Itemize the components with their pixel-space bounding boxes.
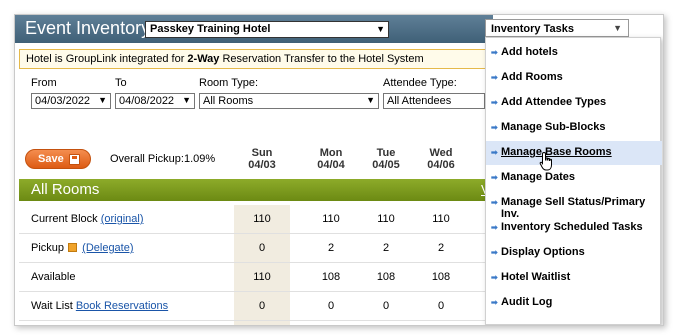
table-cell: 2 — [382, 242, 390, 254]
table-cell: 110 — [253, 213, 271, 225]
inventory-tasks-value: Inventory Tasks — [491, 23, 574, 35]
hotel-select-value: Passkey Training Hotel — [150, 23, 271, 35]
arrow-right-icon: ➡ — [491, 198, 498, 207]
table-cell: 108 — [321, 271, 341, 283]
menu-item-manage-base-rooms[interactable]: ➡ Manage Base Rooms — [486, 141, 662, 171]
banner-prefix: Hotel is GroupLink integrated for — [26, 53, 188, 65]
day-header-mon: Mon 04/04 — [317, 147, 345, 171]
original-link[interactable]: (original) — [101, 213, 144, 225]
chevron-down-icon: ▼ — [182, 95, 191, 105]
arrow-right-icon: ➡ — [491, 73, 498, 82]
table-cell: 2 — [437, 242, 445, 254]
table-cell: 110 — [432, 213, 450, 225]
table-cell: 110 — [377, 213, 395, 225]
menu-item-add-hotels[interactable]: ➡ Add hotels — [486, 41, 662, 65]
delegate-link[interactable]: (Delegate) — [82, 242, 133, 254]
arrow-right-icon: ➡ — [491, 98, 498, 107]
table-cell: 0 — [258, 300, 266, 312]
menu-item-add-attendee-types[interactable]: ➡ Add Attendee Types — [486, 91, 662, 115]
banner-suffix: Reservation Transfer to the Hotel System — [219, 53, 424, 65]
table-row-waitlist: Wait List Book Reservations 0 0 0 0 — [19, 292, 493, 321]
day-header-tue: Tue 04/05 — [372, 147, 400, 171]
rss-icon[interactable] — [68, 243, 78, 252]
arrow-right-icon: ➡ — [491, 223, 498, 232]
menu-item-manage-sell-status[interactable]: ➡ Manage Sell Status/Primary Inv. — [486, 191, 662, 220]
banner-bold: 2-Way — [187, 53, 220, 65]
integration-banner: Hotel is GroupLink integrated for 2-Way … — [19, 49, 491, 69]
table-cell: 108 — [376, 271, 396, 283]
inventory-tasks-menu: ➡ Add hotels ➡ Add Rooms ➡ Add Attendee Typ… — [485, 37, 662, 325]
table-row-available: Available 110 108 108 108 — [19, 263, 493, 292]
room-type-select[interactable]: All Rooms ▼ — [199, 93, 379, 109]
menu-item-inventory-scheduled-tasks[interactable]: ➡ Inventory Scheduled Tasks — [486, 216, 662, 240]
from-label: From — [31, 77, 57, 89]
room-type-value: All Rooms — [203, 95, 254, 107]
arrow-right-icon: ➡ — [491, 123, 498, 132]
row-label: Current Block — [31, 213, 98, 225]
from-date-select[interactable]: 04/03/2022 ▼ — [31, 93, 111, 109]
table-cell: 110 — [322, 213, 340, 225]
attendee-type-select[interactable]: All Attendees — [383, 93, 485, 109]
table-cell: 2 — [327, 242, 335, 254]
row-label: Pickup — [31, 242, 65, 254]
menu-item-display-options[interactable]: ➡ Display Options — [486, 241, 662, 265]
save-button[interactable]: Save — [25, 149, 91, 169]
chevron-down-icon: ▼ — [366, 95, 375, 105]
to-date-select[interactable]: 04/08/2022 ▼ — [115, 93, 195, 109]
inventory-tasks-select[interactable]: Inventory Tasks ▼ — [485, 19, 629, 37]
table-cell: 110 — [253, 271, 271, 283]
day-header-wed: Wed 04/06 — [427, 147, 455, 171]
attendee-type-value: All Attendees — [387, 95, 452, 107]
hotel-select[interactable]: Passkey Training Hotel ▼ — [145, 21, 389, 38]
table-cell: 0 — [327, 300, 335, 312]
menu-item-manage-dates[interactable]: ➡ Manage Dates — [486, 166, 662, 190]
event-inventory-window: Event Inventory Passkey Training Hotel ▼… — [14, 14, 664, 326]
floppy-disk-icon — [69, 154, 80, 165]
table-row-pickup: Pickup (Delegate) 0 2 2 2 — [19, 234, 493, 263]
attendee-type-label: Attendee Type: — [383, 77, 457, 89]
chevron-down-icon: ▼ — [98, 95, 107, 105]
arrow-right-icon: ➡ — [491, 273, 498, 282]
arrow-right-icon: ➡ — [491, 48, 498, 57]
from-date-value: 04/03/2022 — [35, 95, 91, 107]
table-cell: 0 — [258, 242, 266, 254]
menu-item-hotel-waitlist[interactable]: ➡ Hotel Waitlist — [486, 266, 662, 290]
row-label: Wait List — [31, 300, 73, 312]
arrow-right-icon: ➡ — [491, 298, 498, 307]
row-label: Available — [31, 271, 76, 283]
section-title: All Rooms — [31, 181, 100, 198]
table-cell: 0 — [382, 300, 390, 312]
day-header-sun: Sun 04/03 — [248, 147, 276, 171]
to-label: To — [115, 77, 127, 89]
chevron-down-icon: ▼ — [613, 23, 622, 33]
page-title: Event Inventory — [25, 18, 151, 38]
chevron-down-icon: ▼ — [376, 24, 385, 34]
table-row-current-block: Current Block (original) 110 110 110 110 — [19, 205, 493, 234]
table-cell: 0 — [437, 300, 445, 312]
table-cell: 108 — [431, 271, 451, 283]
arrow-right-icon: ➡ — [491, 248, 498, 257]
menu-item-manage-sub-blocks[interactable]: ➡ Manage Sub-Blocks — [486, 116, 662, 140]
room-type-label: Room Type: — [199, 77, 259, 89]
menu-item-audit-log[interactable]: ➡ Audit Log — [486, 291, 662, 315]
header-bar: Event Inventory Passkey Training Hotel ▼ — [15, 15, 493, 43]
overall-pickup: Overall Pickup:1.09% — [110, 153, 216, 165]
to-date-value: 04/08/2022 — [119, 95, 175, 107]
menu-item-add-rooms[interactable]: ➡ Add Rooms — [486, 66, 662, 90]
arrow-right-icon: ➡ — [491, 173, 498, 182]
arrow-right-icon: ➡ — [491, 148, 498, 157]
all-rooms-section-header: All Rooms V — [19, 179, 493, 201]
book-reservations-link[interactable]: Book Reservations — [76, 300, 168, 312]
save-button-label: Save — [38, 153, 64, 165]
